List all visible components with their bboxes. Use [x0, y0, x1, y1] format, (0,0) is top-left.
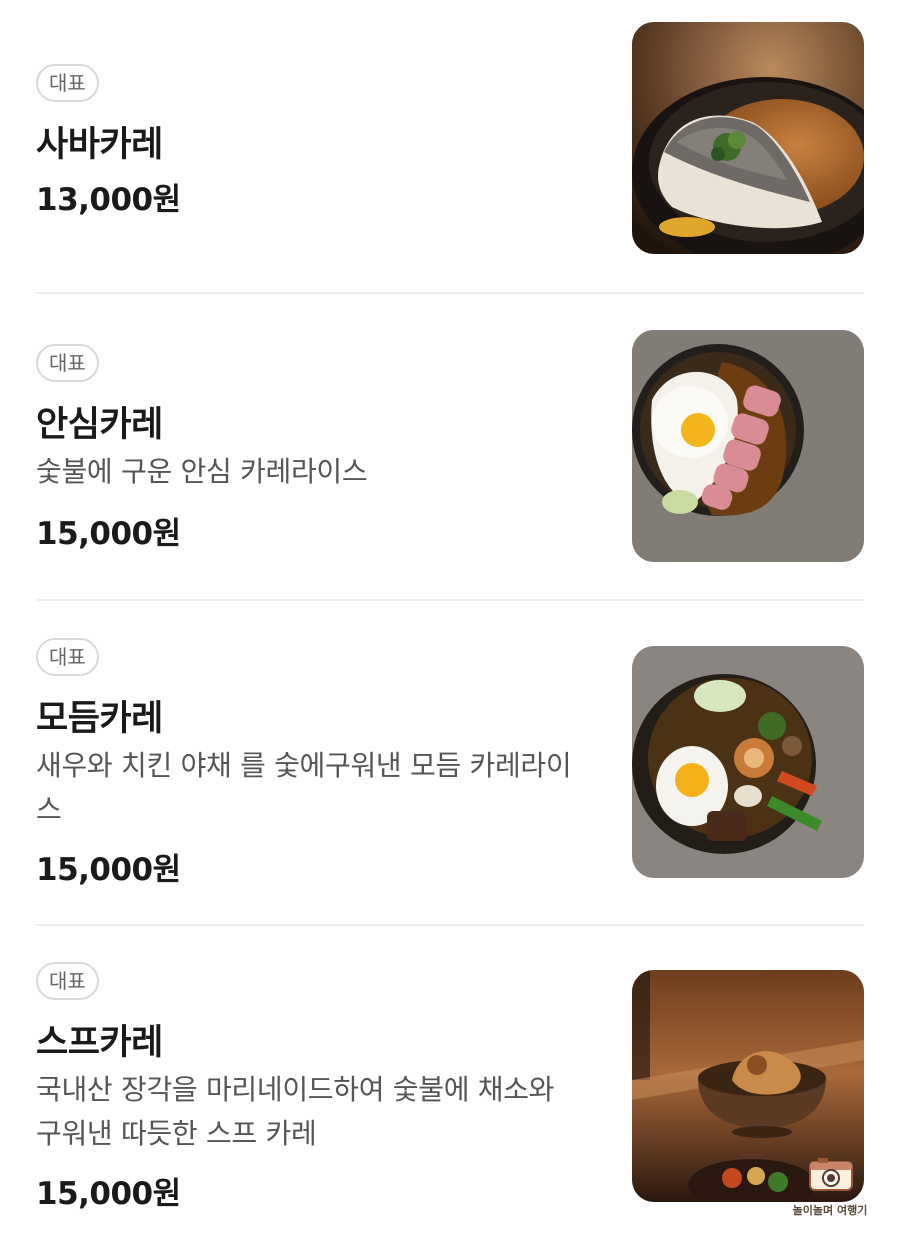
signature-badge: 대표 — [36, 64, 99, 102]
camera-icon — [809, 1158, 853, 1191]
menu-item-description: 숯불에 구운 안심 카레라이스 — [36, 455, 368, 488]
signature-badge: 대표 — [36, 962, 99, 1000]
menu-item-name: 스프카레 — [36, 1023, 163, 1063]
divider — [36, 924, 864, 926]
signature-badge: 대표 — [36, 344, 99, 382]
menu-item-price: 15,000원 — [36, 852, 181, 888]
divider — [36, 599, 864, 601]
divider — [36, 292, 864, 294]
curry-assorted-photo-icon — [632, 646, 864, 878]
menu-item-assorted-curry[interactable]: 대표 모듬카레 새우와 치킨 야채 를 숯에구워낸 모듬 카레라이스 15,00… — [36, 638, 864, 888]
menu-item-description: 새우와 치킨 야채 를 숯에구워낸 모듬 카레라이스 — [36, 749, 572, 826]
watermark-text: 놀이놀며 여행기 — [792, 1204, 868, 1217]
menu-item-photo[interactable] — [632, 330, 864, 562]
menu-item-photo[interactable] — [632, 646, 864, 878]
menu-item-ansim-curry[interactable]: 대표 안심카레 숯불에 구운 안심 카레라이스 15,000원 — [36, 330, 864, 566]
menu-item-name: 모듬카레 — [36, 699, 163, 739]
signature-badge: 대표 — [36, 638, 99, 676]
menu-item-name: 사바카레 — [36, 125, 163, 165]
curry-tenderloin-photo-icon — [632, 330, 864, 562]
watermark: 놀이놀며 여행기 — [780, 1150, 880, 1230]
menu-item-description: 국내산 장각을 마리네이드하여 숯불에 채소와 구워낸 따듯한 스프 카레 — [36, 1073, 555, 1150]
menu-item-photo[interactable] — [632, 22, 864, 254]
menu-item-price: 13,000원 — [36, 182, 181, 218]
menu-item-price: 15,000원 — [36, 1176, 181, 1212]
menu-item-name: 안심카레 — [36, 405, 163, 445]
curry-mackerel-photo-icon — [632, 22, 864, 254]
menu-item-soup-curry[interactable]: 대표 스프카레 국내산 장각을 마리네이드하여 숯불에 채소와 구워낸 따듯한 … — [36, 962, 864, 1212]
menu-item-saba-curry[interactable]: 대표 사바카레 13,000원 — [36, 22, 864, 258]
menu-item-price: 15,000원 — [36, 516, 181, 552]
